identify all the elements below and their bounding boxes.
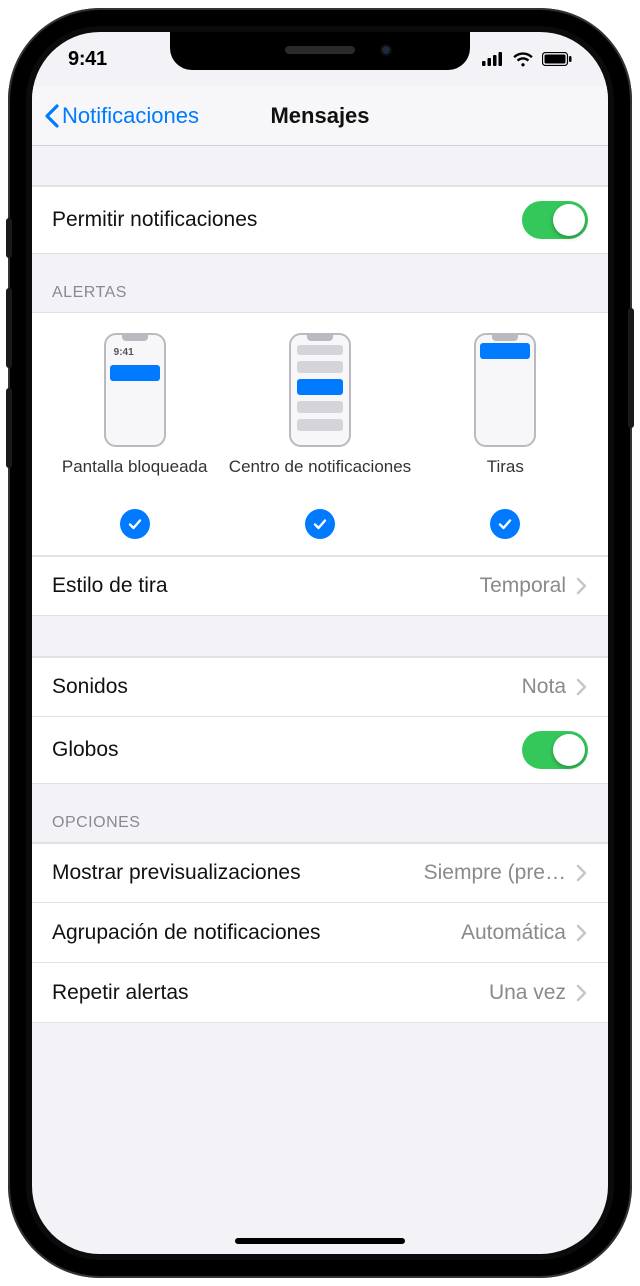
badges-row[interactable]: Globos	[32, 717, 608, 784]
status-icons	[482, 51, 572, 67]
allow-notifications-row[interactable]: Permitir notificaciones	[32, 186, 608, 254]
nav-bar: Notificaciones Mensajes	[32, 86, 608, 146]
alert-option-label: Centro de notificaciones	[229, 457, 411, 499]
show-previews-label: Mostrar previsualizaciones	[52, 861, 424, 885]
options-header: OPCIONES	[32, 784, 608, 843]
status-time: 9:41	[68, 48, 107, 71]
alert-option-label: Tiras	[487, 457, 524, 499]
badges-label: Globos	[52, 738, 522, 762]
wifi-icon	[512, 51, 534, 67]
grouping-row[interactable]: Agrupación de notificaciones Automática	[32, 903, 608, 963]
banner-style-row[interactable]: Estilo de tira Temporal	[32, 556, 608, 616]
notch	[170, 32, 470, 70]
chevron-right-icon	[576, 924, 588, 942]
sounds-value: Nota	[522, 675, 566, 699]
page-title: Mensajes	[270, 103, 369, 129]
chevron-right-icon	[576, 864, 588, 882]
side-button	[628, 308, 634, 428]
chevron-right-icon	[576, 678, 588, 696]
alerts-panel: 9:41 Pantalla bloqueada	[32, 313, 608, 556]
screen: 9:41 Notificaciones Mensajes	[32, 32, 608, 1254]
content: Permitir notificaciones ALERTAS 9:41	[32, 146, 608, 1023]
back-label: Notificaciones	[62, 103, 199, 129]
checkmark-icon	[120, 509, 150, 539]
alert-option-lockscreen[interactable]: 9:41 Pantalla bloqueada	[42, 333, 227, 539]
volume-down-button	[6, 388, 12, 468]
checkmark-icon	[305, 509, 335, 539]
badges-toggle[interactable]	[522, 731, 588, 769]
alerts-header: ALERTAS	[32, 254, 608, 313]
checkmark-icon	[490, 509, 520, 539]
lockscreen-preview-icon: 9:41	[104, 333, 166, 447]
cellular-icon	[482, 52, 504, 66]
sounds-row[interactable]: Sonidos Nota	[32, 657, 608, 717]
chevron-right-icon	[576, 984, 588, 1002]
repeat-alerts-row[interactable]: Repetir alertas Una vez	[32, 963, 608, 1023]
banner-style-label: Estilo de tira	[52, 574, 480, 598]
chevron-right-icon	[576, 577, 588, 595]
battery-icon	[542, 52, 572, 66]
mute-switch	[6, 218, 12, 258]
back-button[interactable]: Notificaciones	[44, 103, 199, 129]
show-previews-value: Siempre (pre…	[424, 861, 566, 885]
grouping-value: Automática	[461, 921, 566, 945]
alert-option-notification-center[interactable]: Centro de notificaciones	[227, 333, 412, 539]
banner-style-value: Temporal	[480, 574, 566, 598]
grouping-label: Agrupación de notificaciones	[52, 921, 461, 945]
allow-notifications-toggle[interactable]	[522, 201, 588, 239]
alert-option-label: Pantalla bloqueada	[62, 457, 208, 499]
banner-preview-icon	[474, 333, 536, 447]
sounds-label: Sonidos	[52, 675, 522, 699]
notification-center-preview-icon	[289, 333, 351, 447]
chevron-left-icon	[44, 104, 60, 128]
repeat-alerts-label: Repetir alertas	[52, 981, 489, 1005]
device-frame: 9:41 Notificaciones Mensajes	[8, 8, 632, 1278]
allow-notifications-label: Permitir notificaciones	[52, 208, 522, 232]
show-previews-row[interactable]: Mostrar previsualizaciones Siempre (pre…	[32, 843, 608, 903]
repeat-alerts-value: Una vez	[489, 981, 566, 1005]
volume-up-button	[6, 288, 12, 368]
alert-option-banners[interactable]: Tiras	[413, 333, 598, 539]
home-indicator[interactable]	[235, 1238, 405, 1244]
